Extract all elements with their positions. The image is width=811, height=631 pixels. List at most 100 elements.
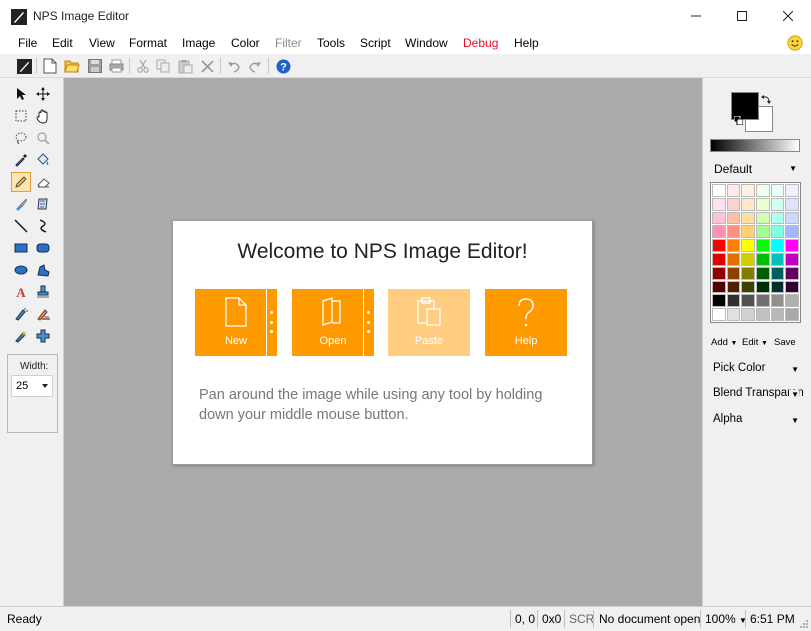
help-button[interactable]: ?: [274, 57, 292, 75]
palette-swatch[interactable]: [726, 308, 741, 321]
palette-swatch[interactable]: [741, 211, 755, 225]
close-button[interactable]: [765, 0, 811, 32]
palette-swatch[interactable]: [770, 280, 785, 294]
palette-swatch[interactable]: [770, 294, 785, 308]
menu-format[interactable]: Format: [129, 36, 167, 50]
more-options-icon[interactable]: [269, 311, 273, 333]
palette-swatch[interactable]: [756, 294, 770, 308]
open-tile[interactable]: Open: [292, 289, 374, 356]
palette-swatch[interactable]: [741, 239, 755, 252]
palette-swatch[interactable]: [770, 211, 785, 225]
ellipse-tool[interactable]: [11, 260, 31, 280]
app-logo-button[interactable]: [15, 57, 33, 75]
palette-swatch[interactable]: [726, 266, 741, 280]
palette-swatch[interactable]: [770, 197, 785, 211]
palette-swatch[interactable]: [712, 184, 726, 197]
palette-swatch[interactable]: [756, 308, 770, 321]
palette-swatch[interactable]: [785, 197, 799, 211]
palette-swatch[interactable]: [756, 280, 770, 294]
lasso-select-tool[interactable]: [11, 128, 31, 148]
clone-stamp-tool[interactable]: [33, 282, 53, 302]
palette-swatch[interactable]: [712, 266, 726, 280]
palette-swatch[interactable]: [712, 253, 726, 266]
new-file-button[interactable]: [41, 57, 59, 75]
smiley-icon[interactable]: [787, 35, 803, 51]
menu-script[interactable]: Script: [360, 36, 391, 50]
more-options-icon[interactable]: [366, 311, 370, 333]
zoom-tool[interactable]: [33, 128, 53, 148]
palette-save-button[interactable]: Save: [774, 337, 796, 348]
paste-tile[interactable]: Paste: [388, 289, 470, 356]
palette-swatch[interactable]: [741, 197, 755, 211]
palette-swatch[interactable]: [785, 239, 799, 252]
palette-swatch[interactable]: [726, 211, 741, 225]
palette-swatch[interactable]: [712, 280, 726, 294]
width-select[interactable]: 25: [11, 375, 53, 397]
fill-bucket-tool[interactable]: [33, 150, 53, 170]
line-tool[interactable]: [11, 216, 31, 236]
palette-swatch[interactable]: [726, 184, 741, 197]
palette-swatch[interactable]: [756, 197, 770, 211]
delete-button[interactable]: [198, 57, 216, 75]
palette-swatch[interactable]: [770, 253, 785, 266]
menu-filter[interactable]: Filter: [275, 36, 302, 50]
menu-debug[interactable]: Debug: [463, 36, 498, 50]
paste-button[interactable]: [176, 57, 194, 75]
smudge-tool[interactable]: [11, 326, 31, 346]
eyedropper-tool[interactable]: [11, 150, 31, 170]
palette-add-button[interactable]: Add ▼: [711, 337, 737, 348]
palette-swatch[interactable]: [756, 211, 770, 225]
palette-swatch[interactable]: [712, 211, 726, 225]
recolor-tool[interactable]: [33, 304, 53, 324]
menu-window[interactable]: Window: [405, 36, 448, 50]
palette-swatch[interactable]: [770, 239, 785, 252]
palette-swatch[interactable]: [770, 266, 785, 280]
palette-swatch[interactable]: [726, 253, 741, 266]
palette-swatch[interactable]: [741, 225, 755, 239]
rect-select-tool[interactable]: [11, 106, 31, 126]
palette-swatch[interactable]: [756, 239, 770, 252]
copy-button[interactable]: [154, 57, 172, 75]
minimize-button[interactable]: [673, 0, 719, 32]
palette-edit-button[interactable]: Edit ▼: [742, 337, 768, 348]
menu-file[interactable]: File: [18, 36, 37, 50]
palette-swatch[interactable]: [741, 266, 755, 280]
palette-swatch[interactable]: [785, 225, 799, 239]
save-button[interactable]: [86, 57, 104, 75]
palette-swatch[interactable]: [770, 308, 785, 321]
maximize-button[interactable]: [719, 0, 765, 32]
palette-swatch[interactable]: [712, 197, 726, 211]
palette-swatch[interactable]: [741, 253, 755, 266]
swap-colors-icon[interactable]: [761, 94, 772, 105]
palette-swatch[interactable]: [756, 225, 770, 239]
freeform-shape-tool[interactable]: [33, 260, 53, 280]
rounded-rect-tool[interactable]: [33, 238, 53, 258]
palette-swatch[interactable]: [712, 225, 726, 239]
menu-view[interactable]: View: [89, 36, 115, 50]
palette-swatch[interactable]: [785, 280, 799, 294]
palette-swatch[interactable]: [741, 308, 755, 321]
rectangle-tool[interactable]: [11, 238, 31, 258]
new-tile[interactable]: New: [195, 289, 277, 356]
pick-color-dropdown[interactable]: Pick Color ▼: [713, 362, 803, 374]
palette-swatch[interactable]: [741, 294, 755, 308]
pencil-tool[interactable]: [11, 172, 31, 192]
palette-select[interactable]: Default ▼: [709, 158, 801, 178]
palette-swatch[interactable]: [785, 253, 799, 266]
stamp-tool[interactable]: [33, 194, 53, 214]
palette-swatch[interactable]: [756, 253, 770, 266]
menu-edit[interactable]: Edit: [52, 36, 73, 50]
palette-swatch[interactable]: [785, 308, 799, 321]
add-tool[interactable]: [33, 326, 53, 346]
help-tile[interactable]: Help: [485, 289, 567, 356]
reset-colors-icon[interactable]: [734, 116, 743, 125]
palette-swatch[interactable]: [712, 294, 726, 308]
blend-mode-dropdown[interactable]: Blend Transparent ▼: [713, 387, 803, 399]
palette-swatch[interactable]: [726, 294, 741, 308]
zoom-dropdown[interactable]: 100% ▼: [705, 612, 747, 626]
palette-swatch[interactable]: [726, 280, 741, 294]
menu-image[interactable]: Image: [182, 36, 215, 50]
palette-swatch[interactable]: [756, 184, 770, 197]
palette-swatch[interactable]: [712, 308, 726, 321]
airbrush-tool[interactable]: [11, 304, 31, 324]
